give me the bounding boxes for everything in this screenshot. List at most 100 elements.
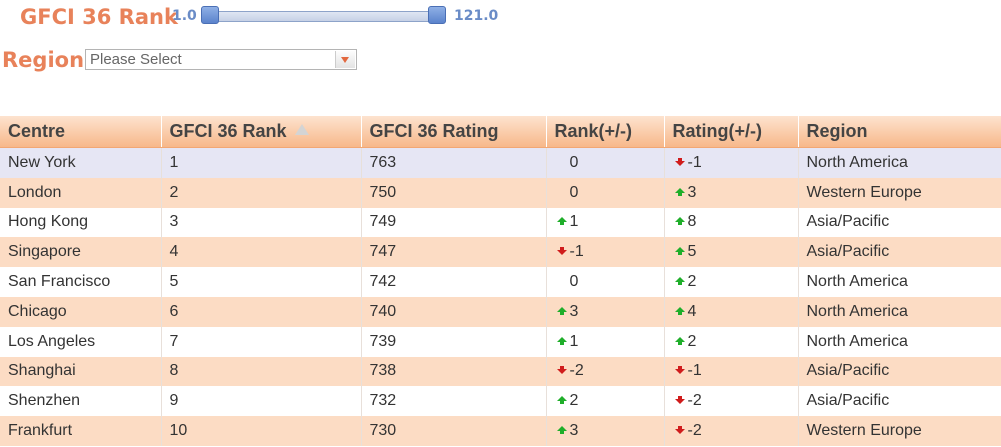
column-header-rank[interactable]: GFCI 36 Rank <box>161 116 362 148</box>
arrow-up-icon <box>674 187 685 196</box>
arrow-up-icon <box>556 396 567 405</box>
cell-rating-change-value: -2 <box>687 422 702 440</box>
cell-rank: 6 <box>161 296 362 327</box>
arrow-up-icon <box>674 336 685 345</box>
cell-rank: 8 <box>161 356 362 387</box>
cell-rank: 10 <box>161 416 362 446</box>
cell-rating-change: -2 <box>664 416 799 446</box>
cell-rank-change: 3 <box>546 416 665 446</box>
table-row[interactable]: London 2 750 0 3 Western Europe <box>0 177 1001 208</box>
rank-filter-label: GFCI 36 Rank <box>20 5 178 29</box>
cell-rank-change: -2 <box>546 356 665 387</box>
cell-centre: Shenzhen <box>0 386 162 417</box>
region-filter-label: Region <box>2 48 85 72</box>
cell-rating-change: -1 <box>664 356 799 387</box>
cell-region: Asia/Pacific <box>798 356 1001 387</box>
cell-rank: 3 <box>161 207 362 238</box>
cell-rank-change: 0 <box>546 177 665 208</box>
cell-rating-change-value: 2 <box>687 332 697 350</box>
cell-rating-change: 8 <box>664 207 799 238</box>
cell-rating-change: 4 <box>664 296 799 327</box>
cell-region: Western Europe <box>798 177 1001 208</box>
cell-rank: 4 <box>161 237 362 268</box>
cell-rank: 7 <box>161 326 362 357</box>
cell-rating-change-value: -1 <box>687 153 702 171</box>
cell-rating-change: 5 <box>664 237 799 268</box>
arrow-up-icon <box>674 277 685 286</box>
table-row[interactable]: Chicago 6 740 3 4 North America <box>0 296 1001 327</box>
arrow-down-icon <box>674 366 685 375</box>
cell-rank-change-value: 3 <box>569 422 579 440</box>
cell-rating: 730 <box>361 416 547 446</box>
cell-rank-change: 1 <box>546 326 665 357</box>
column-header-rating-change[interactable]: Rating(+/-) <box>664 116 799 148</box>
column-header-rank-change[interactable]: Rank(+/-) <box>546 116 665 148</box>
cell-centre: Shanghai <box>0 356 162 387</box>
cell-rating: 738 <box>361 356 547 387</box>
column-header-region[interactable]: Region <box>798 116 1001 148</box>
rank-slider-min-value: 1.0 <box>172 8 197 24</box>
cell-region: Western Europe <box>798 416 1001 446</box>
rank-slider-min-handle[interactable] <box>201 6 219 24</box>
cell-rank-change: -1 <box>546 237 665 268</box>
rank-slider-track[interactable] <box>204 11 446 22</box>
table-row[interactable]: Shenzhen 9 732 2 -2 Asia/Pacific <box>0 386 1001 417</box>
cell-centre: San Francisco <box>0 267 162 297</box>
cell-rank-change-value: 0 <box>569 273 579 291</box>
cell-rating-change: 2 <box>664 267 799 297</box>
cell-rating: 739 <box>361 326 547 357</box>
cell-centre: London <box>0 177 162 208</box>
cell-rating: 750 <box>361 177 547 208</box>
cell-rating-change: -1 <box>664 147 799 178</box>
cell-centre: Singapore <box>0 237 162 268</box>
cell-rank-change: 3 <box>546 296 665 327</box>
cell-rank-change-value: -1 <box>569 243 584 261</box>
table-row[interactable]: Shanghai 8 738 -2 -1 Asia/Pacific <box>0 356 1001 387</box>
arrow-down-icon <box>674 157 685 166</box>
cell-region: North America <box>798 296 1001 327</box>
column-header-rating[interactable]: GFCI 36 Rating <box>361 116 547 148</box>
table-header-row: Centre GFCI 36 Rank GFCI 36 Rating Rank(… <box>0 116 1001 148</box>
cell-rating: 749 <box>361 207 547 238</box>
column-header-centre[interactable]: Centre <box>0 116 162 148</box>
region-select-value: Please Select <box>90 51 182 68</box>
cell-rank: 5 <box>161 267 362 297</box>
table-row[interactable]: Frankfurt 10 730 3 -2 Western Europe <box>0 416 1001 446</box>
cell-rating-change-value: 4 <box>687 302 697 320</box>
cell-rank: 1 <box>161 147 362 178</box>
cell-rating: 732 <box>361 386 547 417</box>
cell-rank-change: 0 <box>546 267 665 297</box>
cell-centre: Chicago <box>0 296 162 327</box>
table-row[interactable]: Singapore 4 747 -1 5 Asia/Pacific <box>0 237 1001 268</box>
cell-rating-change: -2 <box>664 386 799 417</box>
arrow-up-icon <box>556 306 567 315</box>
rank-slider-max-handle[interactable] <box>428 6 446 24</box>
cell-rank-change: 0 <box>546 147 665 178</box>
cell-rank-change: 2 <box>546 386 665 417</box>
cell-rank-change: 1 <box>546 207 665 238</box>
cell-rank-change-value: 0 <box>569 183 579 201</box>
cell-centre: Los Angeles <box>0 326 162 357</box>
cell-rating-change-value: -1 <box>687 362 702 380</box>
cell-rating: 740 <box>361 296 547 327</box>
arrow-down-icon <box>556 366 567 375</box>
table-row[interactable]: Los Angeles 7 739 1 2 North America <box>0 326 1001 357</box>
cell-rank-change-value: 2 <box>569 392 579 410</box>
table-row[interactable]: New York 1 763 0 -1 North America <box>0 147 1001 178</box>
cell-rating: 747 <box>361 237 547 268</box>
chevron-down-icon[interactable] <box>335 51 355 68</box>
arrow-down-icon <box>674 396 685 405</box>
cell-region: North America <box>798 326 1001 357</box>
cell-rank-change-value: -2 <box>569 362 584 380</box>
arrow-up-icon <box>674 247 685 256</box>
arrow-up-icon <box>556 336 567 345</box>
cell-rank-change-value: 1 <box>569 332 579 350</box>
table-row[interactable]: San Francisco 5 742 0 2 North America <box>0 267 1001 297</box>
table-row[interactable]: Hong Kong 3 749 1 8 Asia/Pacific <box>0 207 1001 238</box>
cell-rating-change-value: 3 <box>687 183 697 201</box>
cell-region: North America <box>798 267 1001 297</box>
cell-rank-change-value: 1 <box>569 213 579 231</box>
arrow-up-icon <box>556 426 567 435</box>
arrow-up-icon <box>556 217 567 226</box>
region-select[interactable]: Please Select <box>85 49 357 70</box>
